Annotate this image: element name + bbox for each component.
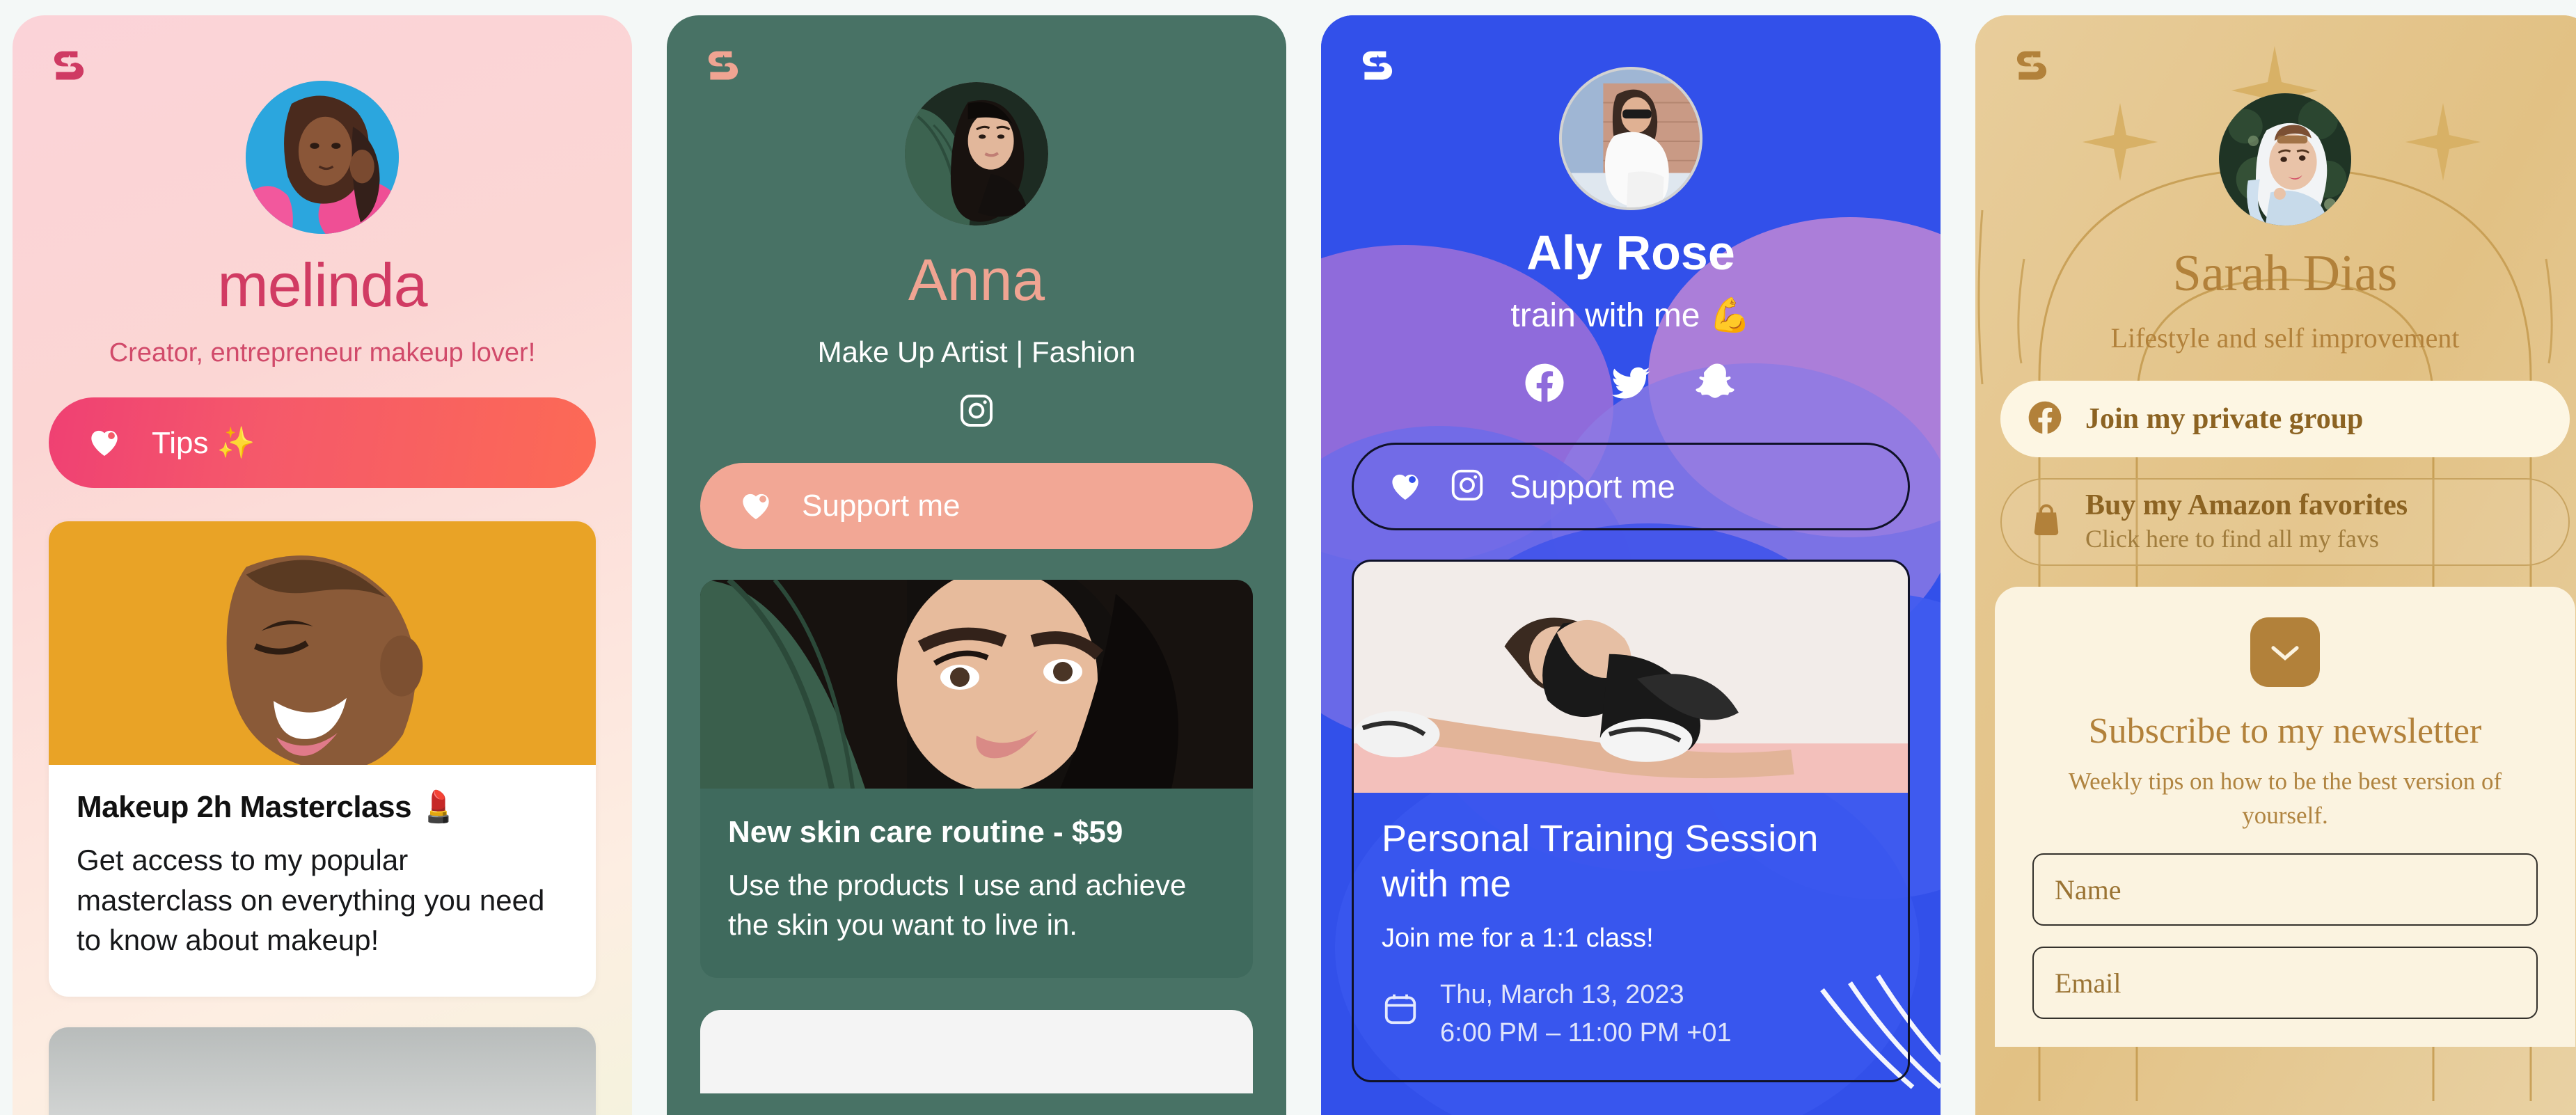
anna-skincare-photo [700, 580, 1253, 789]
event-card-personal-training[interactable]: Personal Training Session with me Join m… [1352, 560, 1910, 1082]
creator-card-sarah-dias[interactable]: Sarah Dias Lifestyle and self improvemen… [1975, 15, 2576, 1115]
product-description: Get access to my popular masterclass on … [77, 844, 545, 957]
creator-tagline: train with me 💪 [1510, 297, 1751, 334]
sarah-dias-avatar [2219, 93, 2351, 226]
name-field[interactable]: Name [2032, 853, 2538, 926]
product-description: Use the products I use and achieve the s… [728, 869, 1187, 942]
creator-tagline: Make Up Artist | Fashion [817, 335, 1136, 368]
email-field[interactable]: Email [2032, 947, 2538, 1019]
snapchat-icon[interactable] [1694, 360, 1740, 409]
heart-icon [736, 485, 775, 528]
aly-rose-avatar [1559, 67, 1702, 210]
social-links [1321, 360, 1941, 409]
melinda-avatar [246, 81, 399, 234]
newsletter-block[interactable]: Subscribe to my newsletter Weekly tips o… [1995, 587, 2575, 1047]
product-card-masterclass[interactable]: Makeup 2h Masterclass 💄 Get access to my… [49, 521, 596, 997]
heart-icon [85, 422, 124, 464]
stan-store-logo[interactable] [702, 42, 745, 85]
facebook-icon[interactable] [1522, 360, 1567, 409]
link-label: Join my private group [2085, 403, 2364, 435]
creator-card-melinda[interactable]: melinda Creator, entrepreneur makeup lov… [13, 15, 632, 1115]
envelope-icon [2250, 617, 2320, 687]
event-datetime: Thu, March 13, 2023 6:00 PM – 11:00 PM +… [1382, 976, 1880, 1052]
stretching-photo [1354, 562, 1908, 793]
makeup-powder-photo [49, 1027, 596, 1115]
newsletter-title: Subscribe to my newsletter [2088, 711, 2482, 751]
product-card-skincare[interactable]: New skin care routine - $59 Use the prod… [700, 580, 1253, 979]
creator-name: Sarah Dias [2172, 245, 2398, 302]
event-time: 6:00 PM – 11:00 PM +01 [1440, 1018, 1732, 1047]
tips-button[interactable]: Tips ✨ [49, 397, 596, 488]
support-me-button[interactable]: Support me [700, 463, 1253, 549]
link-amazon-favorites[interactable]: Buy my Amazon favorites Click here to fi… [2000, 478, 2570, 566]
shopping-bag-icon [2027, 501, 2066, 544]
next-block-placeholder[interactable] [700, 1010, 1253, 1094]
stan-store-logo[interactable] [1356, 42, 1399, 85]
event-date: Thu, March 13, 2023 [1440, 979, 1684, 1009]
instagram-icon [1448, 466, 1486, 507]
support-me-label: Support me [802, 489, 961, 523]
creator-card-anna[interactable]: Anna Make Up Artist | Fashion Support me [667, 15, 1286, 1115]
link-join-private-group[interactable]: Join my private group [2000, 381, 2570, 457]
social-links [667, 391, 1286, 434]
support-me-label: Support me [1510, 468, 1675, 505]
tips-button-label: Tips ✨ [152, 426, 255, 460]
product-title: New skin care routine - $59 [728, 815, 1123, 849]
makeup-masterclass-photo [49, 521, 596, 765]
cards-gallery: melinda Creator, entrepreneur makeup lov… [0, 0, 2576, 1115]
creator-name: melinda [217, 251, 427, 319]
event-subtitle: Join me for a 1:1 class! [1382, 923, 1654, 953]
creator-name: Aly Rose [1526, 226, 1735, 280]
link-sublabel: Click here to find all my favs [2085, 524, 2379, 553]
creator-tagline: Lifestyle and self improvement [2110, 322, 2460, 354]
link-label: Buy my Amazon favorites [2085, 489, 2408, 522]
newsletter-subtitle: Weekly tips on how to be the best versio… [2068, 768, 2502, 829]
creator-name: Anna [908, 247, 1045, 313]
calendar-icon [1382, 990, 1419, 1038]
stan-store-logo[interactable] [47, 42, 90, 85]
creator-card-aly-rose[interactable]: Aly Rose train with me 💪 Support me Pers… [1321, 15, 1941, 1115]
creator-tagline: Creator, entrepreneur makeup lover! [109, 338, 536, 367]
twitter-icon[interactable] [1608, 360, 1654, 409]
stan-store-logo[interactable] [2010, 42, 2053, 85]
product-card-secondary[interactable] [49, 1027, 596, 1115]
anna-avatar [905, 82, 1048, 226]
instagram-icon[interactable] [957, 391, 996, 434]
facebook-icon [2025, 398, 2064, 441]
product-title: Makeup 2h Masterclass 💄 [77, 790, 458, 824]
heart-icon [1386, 466, 1425, 508]
event-title: Personal Training Session with me [1382, 818, 1819, 905]
support-me-button[interactable]: Support me [1352, 443, 1910, 530]
